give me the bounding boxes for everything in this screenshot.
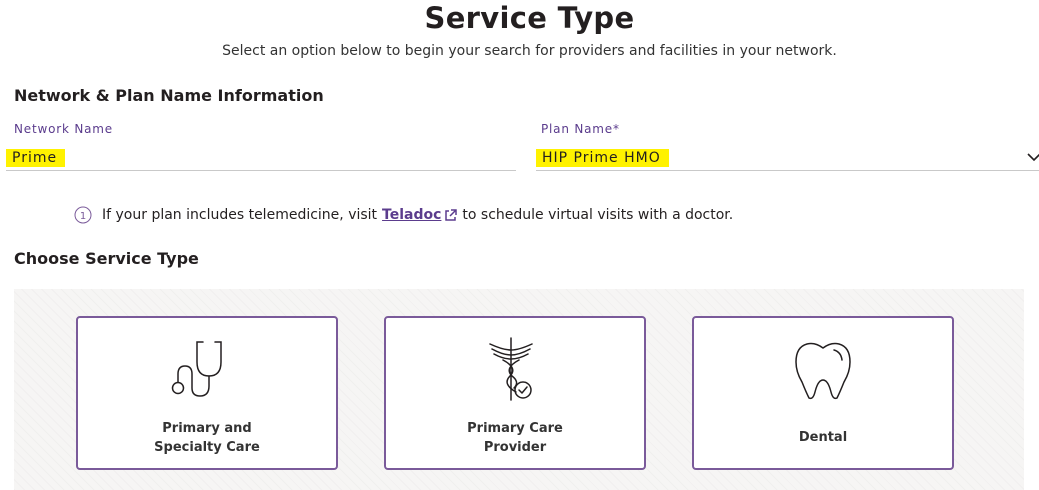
plan-name-value: HIP Prime HMO <box>536 149 669 167</box>
service-card-primary-care-provider[interactable]: Primary Care Provider <box>384 316 646 470</box>
external-link-icon[interactable] <box>444 208 458 222</box>
service-type-page: Service Type Select an option below to b… <box>0 0 1039 490</box>
plan-name-select[interactable]: HIP Prime HMO <box>536 146 1039 171</box>
network-name-label: Network Name <box>14 122 113 136</box>
page-title: Service Type <box>424 1 635 35</box>
telemedicine-text-before: If your plan includes telemedicine, visi… <box>102 207 378 223</box>
card-label: Primary Care Provider <box>467 421 563 455</box>
telemedicine-notice: 1 If your plan includes telemedicine, vi… <box>74 206 733 224</box>
caduceus-check-icon <box>489 337 533 401</box>
tooth-icon <box>795 342 851 400</box>
page-subtitle: Select an option below to begin your sea… <box>222 43 837 59</box>
network-section-heading: Network & Plan Name Information <box>14 86 324 105</box>
plan-name-label: Plan Name* <box>541 122 620 136</box>
card-label: Dental <box>798 430 848 445</box>
network-name-field[interactable]: Prime <box>6 146 516 171</box>
card-label: Primary and Specialty Care <box>154 421 260 455</box>
service-card-primary-specialty[interactable]: Primary and Specialty Care <box>76 316 338 470</box>
teladoc-link[interactable]: Teladoc <box>382 207 441 223</box>
svg-text:1: 1 <box>80 211 86 222</box>
service-section-heading: Choose Service Type <box>14 249 199 268</box>
service-card-area: Primary and Specialty Care Primary Care … <box>14 289 1024 490</box>
service-card-dental[interactable]: Dental <box>692 316 954 470</box>
chevron-down-icon[interactable] <box>1027 150 1039 164</box>
network-name-value: Prime <box>6 149 66 167</box>
info-icon: 1 <box>74 206 92 224</box>
telemedicine-text-after: to schedule virtual visits with a doctor… <box>462 207 734 223</box>
stethoscope-icon <box>171 341 222 397</box>
